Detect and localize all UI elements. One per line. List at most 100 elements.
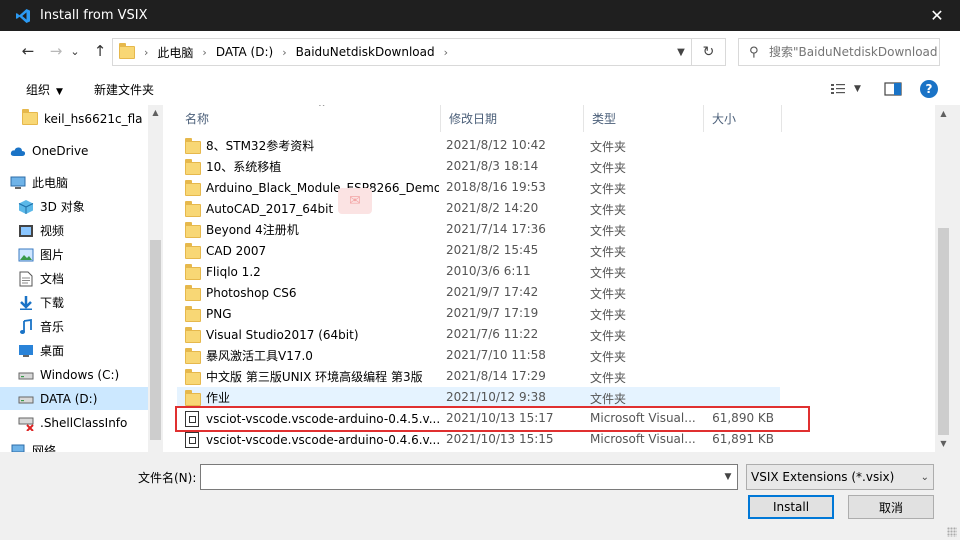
chevron-down-icon: ▼ bbox=[56, 87, 63, 97]
file-type: 文件夹 bbox=[590, 287, 627, 301]
file-row[interactable]: vsciot-vscode.vscode-arduino-0.4.5.v... 2… bbox=[177, 408, 780, 429]
sidebar-item-label: .ShellClassInfo bbox=[40, 415, 128, 430]
search-input[interactable] bbox=[769, 45, 937, 59]
file-type: 文件夹 bbox=[590, 329, 627, 343]
file-row[interactable]: 8、STM32参考资料 2021/8/12 10:42 文件夹 bbox=[177, 135, 780, 156]
scrollbar-thumb[interactable] bbox=[938, 228, 949, 435]
file-date: 2021/9/7 17:19 bbox=[446, 306, 539, 320]
file-row[interactable]: 暴风激活工具V17.0 2021/7/10 11:58 文件夹 bbox=[177, 345, 780, 366]
file-row[interactable]: Visual Studio2017 (64bit) 2021/7/6 11:22 文… bbox=[177, 324, 780, 345]
sidebar-item[interactable]: 下载 bbox=[0, 291, 148, 314]
file-row[interactable]: PNG 2021/9/7 17:19 文件夹 bbox=[177, 303, 780, 324]
new-folder-button[interactable]: 新建文件夹 bbox=[94, 81, 154, 98]
filename-input[interactable] bbox=[201, 465, 711, 489]
file-type: 文件夹 bbox=[590, 308, 627, 322]
folder-icon bbox=[185, 326, 201, 343]
sidebar-item[interactable]: 视频 bbox=[0, 219, 148, 242]
file-row[interactable]: Photoshop CS6 2021/9/7 17:42 文件夹 bbox=[177, 282, 780, 303]
filename-dropdown-button[interactable]: ▼ bbox=[719, 465, 737, 489]
column-header-type[interactable]: 类型 bbox=[584, 105, 704, 132]
search-box[interactable]: ⚲ bbox=[738, 38, 940, 66]
sidebar-item[interactable]: Windows (C:) bbox=[0, 363, 148, 386]
sidebar-item[interactable]: DATA (D:) bbox=[0, 387, 148, 410]
refresh-button[interactable]: ↻ bbox=[691, 39, 725, 65]
sidebar-item[interactable]: 桌面 bbox=[0, 339, 148, 362]
breadcrumb-this-pc[interactable]: 此电脑 bbox=[157, 44, 193, 61]
file-row[interactable]: vsciot-vscode.vscode-arduino-0.4.6.v... 2… bbox=[177, 429, 780, 450]
file-row[interactable]: Beyond 4注册机 2021/7/14 17:36 文件夹 bbox=[177, 219, 780, 240]
column-header-size[interactable]: 大小 bbox=[704, 105, 782, 132]
scroll-down-icon[interactable]: ▼ bbox=[935, 439, 952, 448]
new-folder-label: 新建文件夹 bbox=[94, 83, 155, 97]
arrow-up-icon: ↑ bbox=[93, 42, 107, 60]
breadcrumb-separator[interactable]: › bbox=[282, 46, 286, 59]
breadcrumb-current-folder[interactable]: BaiduNetdiskDownload bbox=[296, 45, 435, 59]
recent-locations-button[interactable]: ⌄ bbox=[68, 39, 82, 63]
breadcrumb-data-drive[interactable]: DATA (D:) bbox=[216, 45, 273, 59]
file-row[interactable]: CAD 2007 2021/8/2 15:45 文件夹 bbox=[177, 240, 780, 261]
forward-button[interactable]: → bbox=[44, 39, 68, 63]
sidebar-item[interactable]: 3D 对象 bbox=[0, 195, 148, 218]
scroll-up-icon[interactable]: ▲ bbox=[935, 109, 952, 118]
search-icon: ⚲ bbox=[749, 44, 759, 60]
refresh-icon: ↻ bbox=[702, 44, 715, 60]
title-bar: Install from VSIX ✕ bbox=[0, 0, 960, 31]
file-row[interactable]: AutoCAD_2017_64bit 2021/8/2 14:20 文件夹 bbox=[177, 198, 780, 219]
address-bar[interactable]: › 此电脑 › DATA (D:) › BaiduNetdiskDownload… bbox=[112, 38, 726, 66]
column-header-date[interactable]: 修改日期 bbox=[441, 105, 584, 132]
organize-button[interactable]: 组织 ▼ bbox=[26, 81, 63, 98]
back-button[interactable]: ← bbox=[16, 39, 40, 63]
folder-icon bbox=[185, 242, 201, 259]
scrollbar-thumb[interactable] bbox=[150, 240, 161, 440]
column-header-name[interactable]: ^ 名称 bbox=[177, 105, 441, 132]
file-name-label: 10、系统移植 bbox=[206, 160, 282, 174]
address-dropdown-button[interactable]: ▼ bbox=[671, 39, 691, 65]
breadcrumb-separator[interactable]: › bbox=[202, 46, 206, 59]
download-icon bbox=[18, 295, 34, 311]
sidebar-item[interactable]: 文档 bbox=[0, 267, 148, 290]
file-name-label: CAD 2007 bbox=[206, 243, 267, 258]
close-button[interactable]: ✕ bbox=[914, 0, 960, 31]
sidebar-item[interactable]: 此电脑 bbox=[0, 171, 148, 194]
resize-grip[interactable] bbox=[947, 527, 957, 537]
navigation-scrollbar[interactable]: ▲ bbox=[148, 105, 163, 452]
preview-pane-button[interactable] bbox=[884, 80, 902, 98]
sidebar-item[interactable]: 网络 bbox=[0, 439, 148, 452]
arrow-right-icon: → bbox=[49, 42, 63, 60]
up-button[interactable]: ↑ bbox=[88, 39, 112, 63]
sidebar-item[interactable]: 音乐 bbox=[0, 315, 148, 338]
file-row[interactable]: Arduino_Black_Module_ESP8266_Demo 2018/8/… bbox=[177, 177, 780, 198]
filename-combobox[interactable]: ▼ bbox=[200, 464, 738, 490]
file-date: 2021/10/13 15:15 bbox=[446, 432, 554, 446]
file-type-select[interactable]: VSIX Extensions (*.vsix) ⌄ bbox=[746, 464, 934, 490]
sidebar-item-label: 网络 bbox=[32, 444, 57, 452]
file-name: Beyond 4注册机 bbox=[185, 219, 439, 240]
file-row[interactable]: 10、系统移植 2021/8/3 18:14 文件夹 bbox=[177, 156, 780, 177]
file-row[interactable]: 中文版 第三版UNIX 环境高级编程 第3版 2021/8/14 17:29 文件夹 bbox=[177, 366, 780, 387]
file-list-scrollbar[interactable]: ▲ ▼ bbox=[935, 105, 952, 452]
file-name: 8、STM32参考资料 bbox=[185, 135, 439, 156]
file-date: 2021/7/10 11:58 bbox=[446, 348, 546, 362]
file-name-label: 作业 bbox=[206, 391, 231, 405]
navigation-pane: 网络 .ShellClassInfo DATA (D:) Windows (C:) 桌面… bbox=[0, 105, 163, 452]
cancel-button[interactable]: 取消 bbox=[848, 495, 934, 519]
file-date: 2018/8/16 19:53 bbox=[446, 180, 546, 194]
folder-icon bbox=[185, 305, 201, 322]
file-name-label: AutoCAD_2017_64bit bbox=[206, 201, 334, 216]
file-row[interactable]: Fliqlo 1.2 2010/3/6 6:11 文件夹 bbox=[177, 261, 780, 282]
sort-ascending-icon: ^ bbox=[318, 105, 326, 113]
scroll-up-icon[interactable]: ▲ bbox=[148, 108, 163, 117]
help-button[interactable]: ? bbox=[920, 80, 938, 98]
file-row[interactable]: 作业 2021/10/12 9:38 文件夹 bbox=[177, 387, 780, 408]
sidebar-item[interactable]: .ShellClassInfo bbox=[0, 411, 148, 434]
sidebar-item[interactable]: 图片 bbox=[0, 243, 148, 266]
file-type: 文件夹 bbox=[590, 224, 627, 238]
breadcrumb-separator[interactable]: › bbox=[444, 46, 448, 59]
sidebar-item[interactable]: keil_hs6621c_fla bbox=[0, 107, 148, 130]
file-name: PNG bbox=[185, 303, 439, 324]
view-options-button[interactable]: ▼ bbox=[830, 80, 861, 98]
file-type-value: VSIX Extensions (*.vsix) bbox=[751, 470, 895, 484]
install-button[interactable]: Install bbox=[748, 495, 834, 519]
sidebar-item[interactable]: OneDrive bbox=[0, 139, 148, 162]
file-name: 暴风激活工具V17.0 bbox=[185, 345, 439, 366]
